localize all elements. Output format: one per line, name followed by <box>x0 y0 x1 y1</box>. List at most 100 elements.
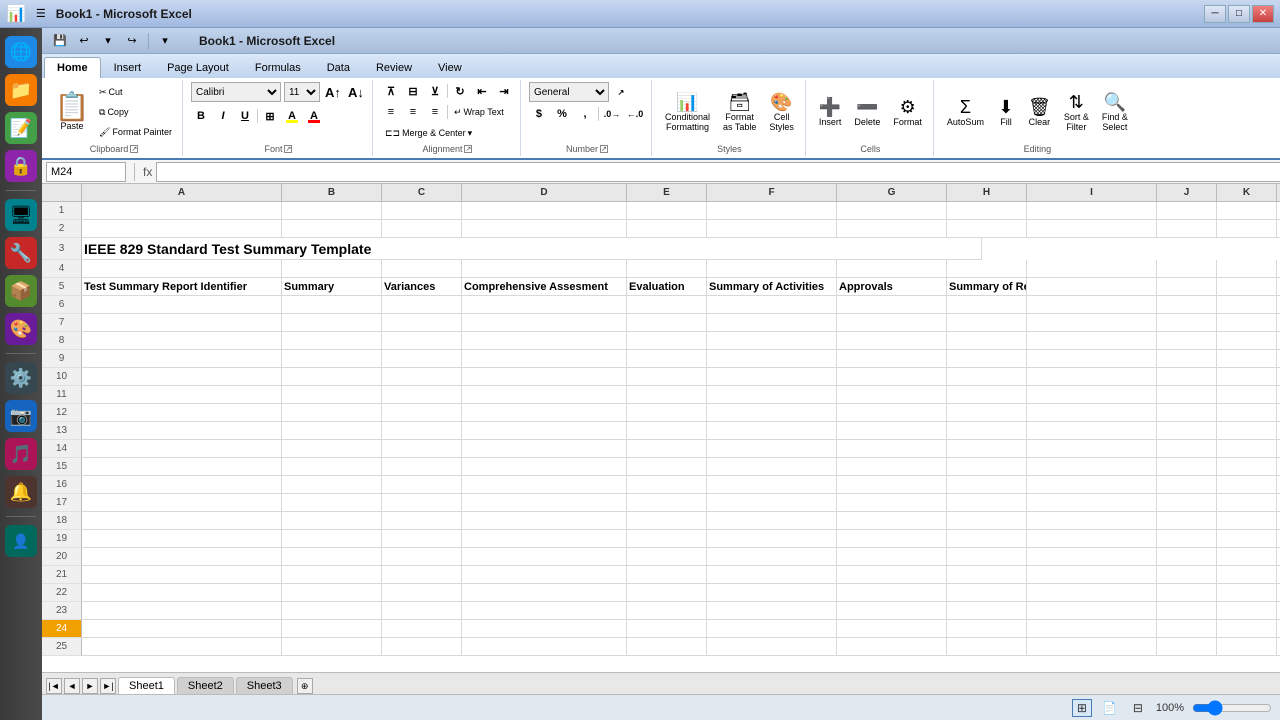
cell-c10[interactable] <box>382 368 462 386</box>
cell-b25[interactable] <box>282 638 382 656</box>
cell-f5[interactable]: Summary of Activities <box>707 278 837 296</box>
number-expander[interactable]: ↗ <box>600 145 608 153</box>
cell-a20[interactable] <box>82 548 282 566</box>
cell-i11[interactable] <box>1027 386 1157 404</box>
cell-j13[interactable] <box>1157 422 1217 440</box>
cell-f4[interactable] <box>707 260 837 278</box>
cell-a6[interactable] <box>82 296 282 314</box>
cell-d20[interactable] <box>462 548 627 566</box>
cell-j7[interactable] <box>1157 314 1217 332</box>
text-direction-button[interactable]: ↻ <box>450 82 470 100</box>
normal-view-button[interactable]: ⊞ <box>1072 699 1092 717</box>
cell-k8[interactable] <box>1217 332 1277 350</box>
tab-view[interactable]: View <box>425 57 475 78</box>
cell-i8[interactable] <box>1027 332 1157 350</box>
cell-g23[interactable] <box>837 602 947 620</box>
cell-j6[interactable] <box>1157 296 1217 314</box>
cell-k22[interactable] <box>1217 584 1277 602</box>
cell-c20[interactable] <box>382 548 462 566</box>
dock-icon-user[interactable]: 👤 <box>5 525 37 557</box>
cell-k14[interactable] <box>1217 440 1277 458</box>
cell-f20[interactable] <box>707 548 837 566</box>
format-button[interactable]: ⚙ Format <box>888 95 927 130</box>
cell-i20[interactable] <box>1027 548 1157 566</box>
cell-g6[interactable] <box>837 296 947 314</box>
align-left-button[interactable]: ≡ <box>381 103 401 121</box>
cell-a8[interactable] <box>82 332 282 350</box>
cell-c15[interactable] <box>382 458 462 476</box>
cell-g17[interactable] <box>837 494 947 512</box>
cell-f12[interactable] <box>707 404 837 422</box>
cell-k6[interactable] <box>1217 296 1277 314</box>
autosum-button[interactable]: Σ AutoSum <box>942 95 989 130</box>
cell-g18[interactable] <box>837 512 947 530</box>
cell-f7[interactable] <box>707 314 837 332</box>
bold-button[interactable]: B <box>191 107 211 125</box>
qat-customize-button[interactable]: ▾ <box>155 31 175 51</box>
cell-c4[interactable] <box>382 260 462 278</box>
cell-d8[interactable] <box>462 332 627 350</box>
cell-k7[interactable] <box>1217 314 1277 332</box>
cell-k12[interactable] <box>1217 404 1277 422</box>
cell-j15[interactable] <box>1157 458 1217 476</box>
format-painter-button[interactable]: 🖌 Format Painter <box>95 123 176 141</box>
insert-button[interactable]: ➕ Insert <box>814 95 847 130</box>
cell-i21[interactable] <box>1027 566 1157 584</box>
cell-k13[interactable] <box>1217 422 1277 440</box>
cell-e16[interactable] <box>627 476 707 494</box>
cell-d25[interactable] <box>462 638 627 656</box>
cell-e20[interactable] <box>627 548 707 566</box>
sheet-tab-sheet1[interactable]: Sheet1 <box>118 677 175 694</box>
cell-b2[interactable] <box>282 220 382 238</box>
clipboard-expander[interactable]: ↗ <box>130 145 138 153</box>
cell-h7[interactable] <box>947 314 1027 332</box>
font-color-button[interactable]: A <box>304 107 324 125</box>
paste-button[interactable]: 📋 Paste <box>52 84 92 140</box>
cell-g19[interactable] <box>837 530 947 548</box>
tab-insert[interactable]: Insert <box>101 57 155 78</box>
cell-b19[interactable] <box>282 530 382 548</box>
cell-d21[interactable] <box>462 566 627 584</box>
cell-i2[interactable] <box>1027 220 1157 238</box>
cell-g21[interactable] <box>837 566 947 584</box>
cell-e14[interactable] <box>627 440 707 458</box>
cell-j20[interactable] <box>1157 548 1217 566</box>
cell-j1[interactable] <box>1157 202 1217 220</box>
cell-f22[interactable] <box>707 584 837 602</box>
cell-k20[interactable] <box>1217 548 1277 566</box>
cell-c13[interactable] <box>382 422 462 440</box>
underline-button[interactable]: U <box>235 107 255 125</box>
tab-data[interactable]: Data <box>314 57 363 78</box>
cell-g16[interactable] <box>837 476 947 494</box>
sheet-tab-sheet3[interactable]: Sheet3 <box>236 677 293 694</box>
cell-e8[interactable] <box>627 332 707 350</box>
formula-function-icon[interactable]: fx <box>143 165 152 179</box>
cell-c5[interactable]: Variances <box>382 278 462 296</box>
cell-g24[interactable] <box>837 620 947 638</box>
cell-i9[interactable] <box>1027 350 1157 368</box>
cell-j12[interactable] <box>1157 404 1217 422</box>
cell-c9[interactable] <box>382 350 462 368</box>
font-expander[interactable]: ↗ <box>284 145 292 153</box>
cell-i5[interactable] <box>1027 278 1157 296</box>
qat-save-button[interactable]: 💾 <box>50 31 70 51</box>
cell-d17[interactable] <box>462 494 627 512</box>
cell-h5[interactable]: Summary of Results <box>947 278 1027 296</box>
alignment-expander[interactable]: ↗ <box>464 145 472 153</box>
cell-c8[interactable] <box>382 332 462 350</box>
qat-undo-dropdown[interactable]: ▾ <box>98 31 118 51</box>
tab-home[interactable]: Home <box>44 57 101 78</box>
copy-button[interactable]: ⧉ Copy <box>95 103 176 121</box>
sheet-nav-next[interactable]: ► <box>82 678 98 694</box>
cell-b14[interactable] <box>282 440 382 458</box>
cell-b11[interactable] <box>282 386 382 404</box>
name-box[interactable] <box>46 162 126 182</box>
delete-button[interactable]: ➖ Delete <box>849 95 885 130</box>
cell-e25[interactable] <box>627 638 707 656</box>
cell-h10[interactable] <box>947 368 1027 386</box>
cell-i19[interactable] <box>1027 530 1157 548</box>
cell-f11[interactable] <box>707 386 837 404</box>
cell-a19[interactable] <box>82 530 282 548</box>
cell-b16[interactable] <box>282 476 382 494</box>
cell-b1[interactable] <box>282 202 382 220</box>
